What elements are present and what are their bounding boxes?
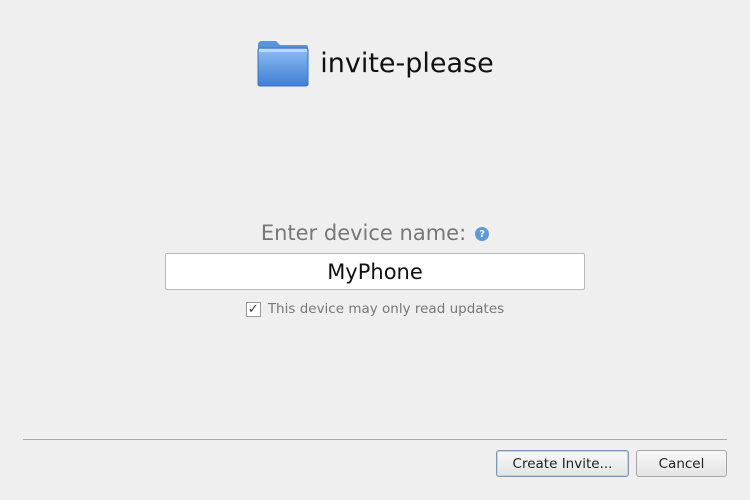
read-only-label[interactable]: This device may only read updates (268, 301, 504, 317)
device-name-prompt: Enter device name: ? (0, 218, 750, 248)
read-only-option[interactable]: ✓ This device may only read updates (0, 300, 750, 318)
read-only-checkbox[interactable]: ✓ (245, 301, 261, 317)
cancel-button[interactable]: Cancel (636, 450, 727, 477)
separator (23, 439, 727, 440)
folder-icon (257, 41, 309, 87)
create-invite-button[interactable]: Create Invite... (496, 450, 629, 477)
help-icon[interactable]: ? (475, 227, 490, 241)
folder-header: invite-please (0, 38, 750, 88)
device-name-label: Enter device name: (260, 221, 467, 245)
folder-title: invite-please (320, 47, 494, 79)
device-name-input[interactable] (165, 253, 585, 290)
